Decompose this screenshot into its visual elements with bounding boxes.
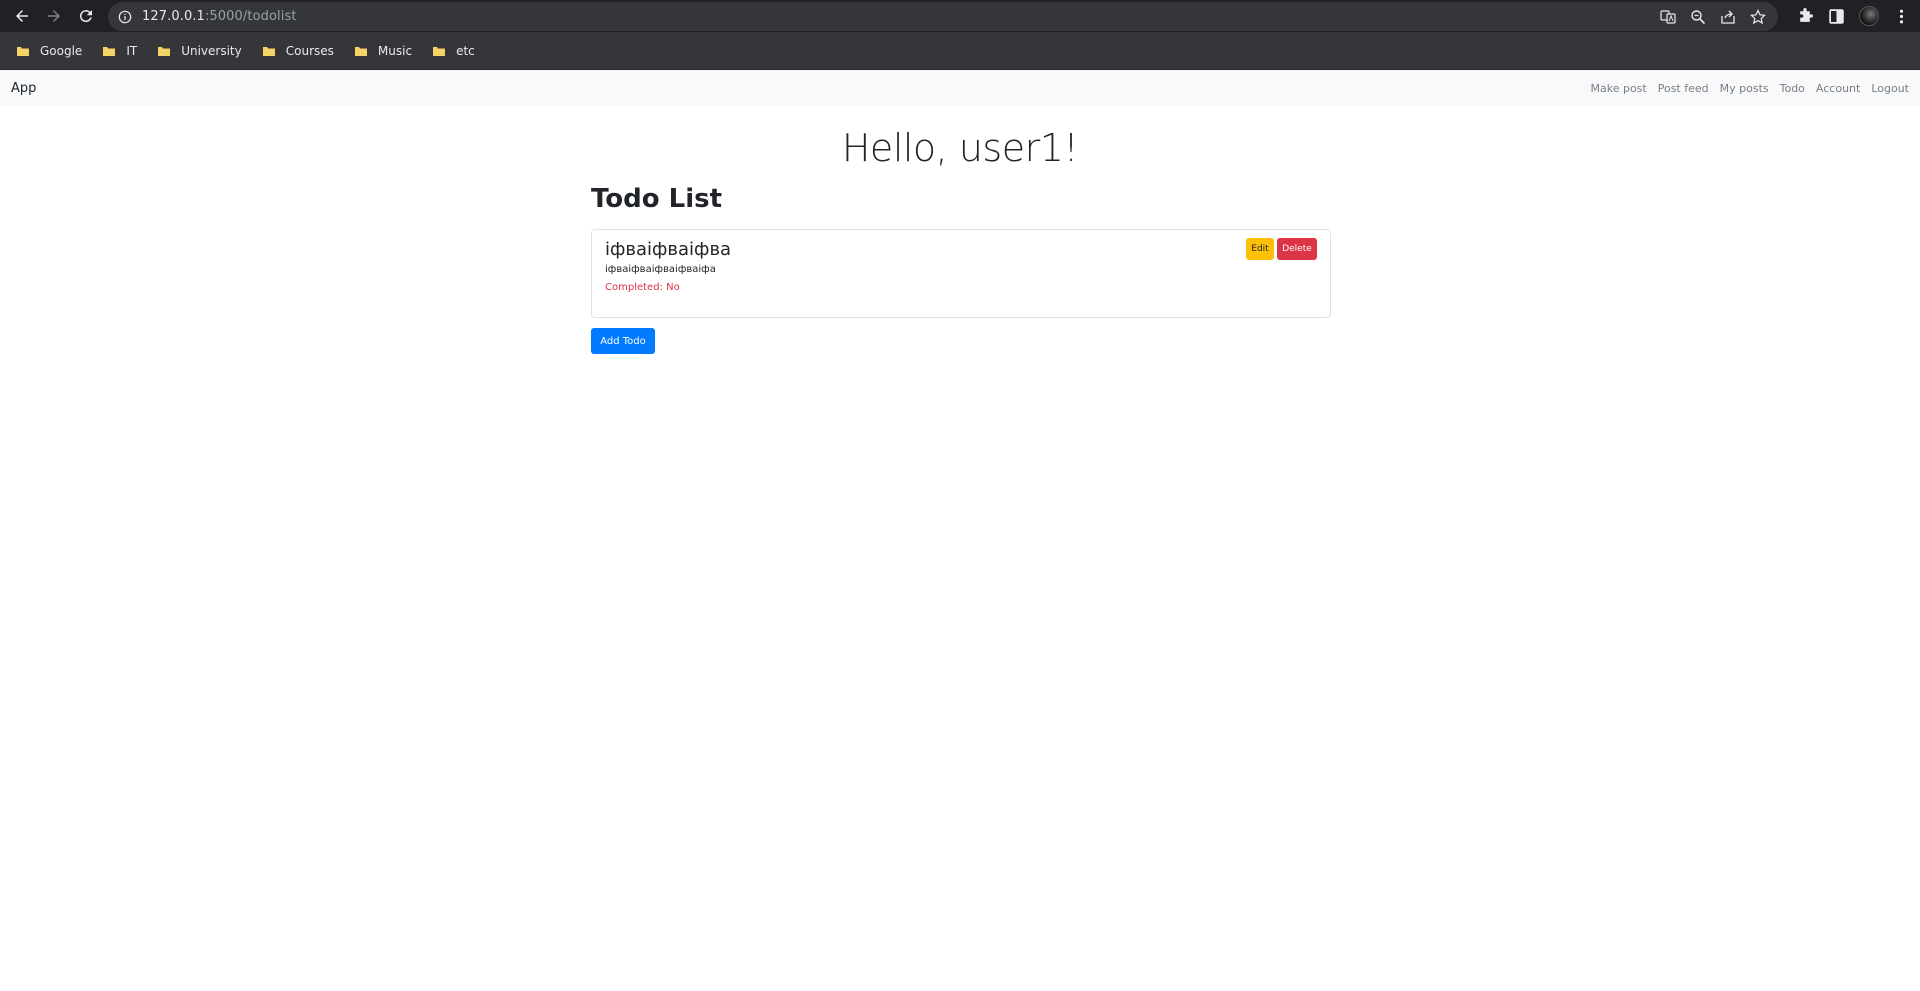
star-icon[interactable]	[1750, 8, 1766, 25]
reload-button[interactable]	[70, 0, 102, 32]
extensions-icon[interactable]	[1797, 7, 1814, 25]
bookmark-label: Google	[40, 43, 83, 58]
forward-button[interactable]	[38, 0, 70, 32]
navbar-links: Make post Post feed My posts Todo Accoun…	[1590, 82, 1909, 95]
bookmarks-bar: Google IT University Courses Music etc	[0, 32, 1920, 70]
bookmark-it[interactable]: IT	[100, 37, 147, 65]
bookmark-university[interactable]: University	[155, 37, 252, 65]
nav-account[interactable]: Account	[1816, 82, 1860, 95]
folder-icon	[433, 46, 446, 56]
greeting-heading: Hello, user1!	[841, 126, 1079, 170]
navbar-brand[interactable]: App	[11, 81, 36, 96]
add-todo-button[interactable]: Add Todo	[591, 328, 655, 354]
url-text: 127.0.0.1:5000/todolist	[142, 9, 297, 24]
side-panel-icon[interactable]	[1828, 8, 1845, 25]
reload-icon	[79, 10, 92, 23]
bookmark-label: etc	[456, 43, 475, 58]
delete-button[interactable]: Delete	[1277, 238, 1317, 260]
arrow-right-icon	[48, 10, 60, 22]
todo-status: Completed: No	[605, 282, 680, 293]
todo-actions: Edit Delete	[1246, 238, 1317, 260]
folder-icon	[262, 46, 275, 56]
translate-icon[interactable]	[1660, 9, 1676, 25]
address-bar[interactable]: 127.0.0.1:5000/todolist	[108, 2, 1778, 31]
url-path: :5000/todolist	[204, 9, 297, 24]
menu-kebab-icon[interactable]	[1893, 8, 1910, 25]
todo-container: Todo List іфваіфваіфва іфваіфваіфваіфваі…	[591, 184, 1331, 354]
bookmark-courses[interactable]: Courses	[260, 37, 344, 65]
bookmark-label: Courses	[285, 43, 334, 58]
bookmark-label: University	[181, 43, 242, 58]
page-content: Hello, user1! Todo List іфваіфваіфва іфв…	[0, 126, 1920, 354]
folder-icon	[17, 46, 29, 56]
back-button[interactable]	[6, 0, 38, 32]
share-icon[interactable]	[1720, 9, 1736, 25]
bookmark-label: Music	[377, 43, 413, 58]
info-icon	[118, 10, 132, 23]
nav-make-post[interactable]: Make post	[1590, 82, 1646, 95]
arrow-left-icon	[16, 10, 28, 22]
todo-title: іфваіфваіфва	[605, 239, 732, 260]
todo-card: іфваіфваіфва іфваіфваіфваіфваіфа Complet…	[591, 229, 1331, 318]
folder-icon	[158, 46, 171, 56]
browser-toolbar: 127.0.0.1:5000/todolist	[0, 0, 1920, 32]
nav-post-feed[interactable]: Post feed	[1658, 82, 1709, 95]
edit-button[interactable]: Edit	[1246, 238, 1274, 260]
nav-logout[interactable]: Logout	[1871, 82, 1909, 95]
page-title: Todo List	[591, 184, 723, 214]
bookmark-etc[interactable]: etc	[430, 37, 485, 65]
profile-avatar[interactable]	[1859, 6, 1879, 26]
app-navbar: App Make post Post feed My posts Todo Ac…	[0, 70, 1920, 106]
nav-my-posts[interactable]: My posts	[1720, 82, 1769, 95]
zoom-icon[interactable]	[1690, 9, 1706, 25]
folder-icon	[354, 46, 367, 56]
bookmark-google[interactable]: Google	[14, 37, 92, 65]
bookmark-music[interactable]: Music	[352, 37, 422, 65]
url-host: 127.0.0.1	[142, 9, 205, 24]
nav-todo[interactable]: Todo	[1780, 82, 1805, 95]
todo-description: іфваіфваіфваіфваіфа	[605, 264, 716, 275]
bookmark-label: IT	[126, 43, 138, 58]
folder-icon	[103, 46, 116, 56]
